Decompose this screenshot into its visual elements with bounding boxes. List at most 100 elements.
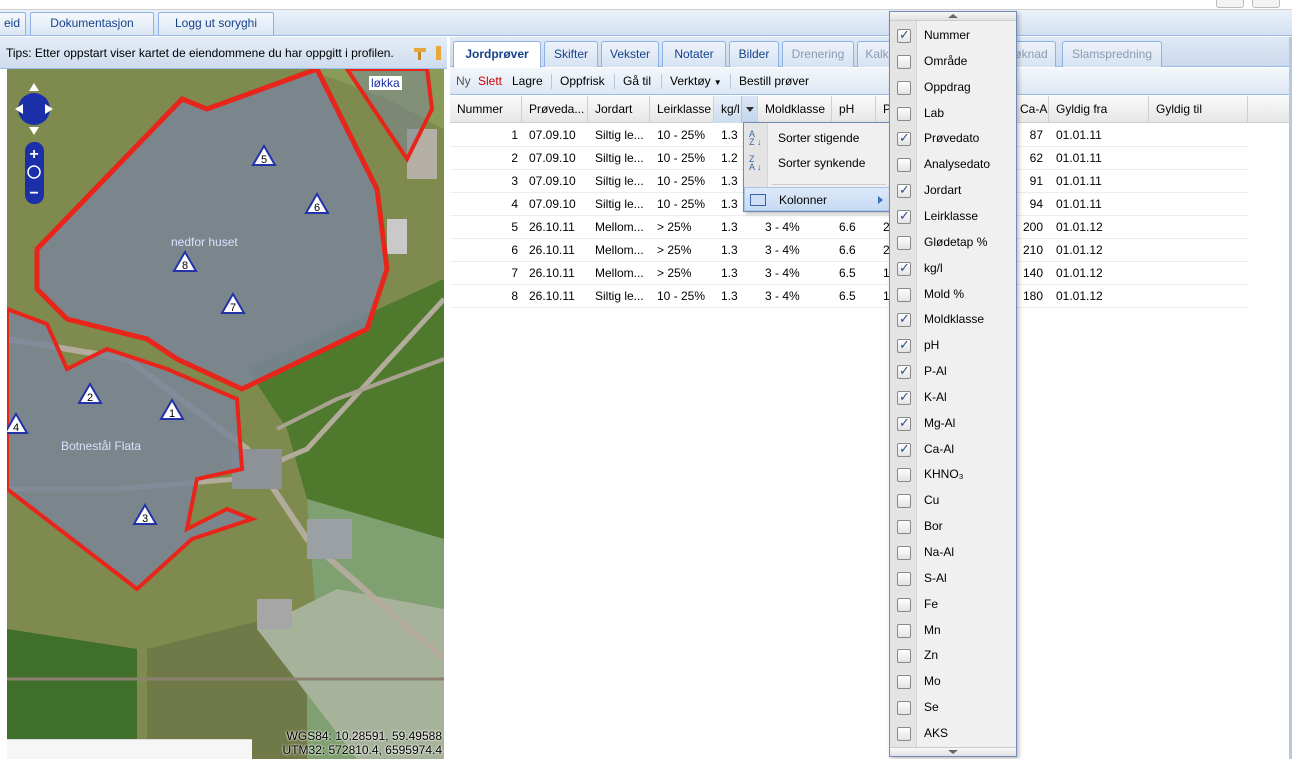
- column-header[interactable]: Gyldig til: [1149, 96, 1248, 123]
- column-toggle-item[interactable]: Fe: [890, 592, 1016, 617]
- checkbox[interactable]: [897, 546, 911, 560]
- checkbox[interactable]: [897, 80, 911, 95]
- top-tab-logout[interactable]: Logg ut soryghi: [158, 12, 274, 35]
- checkbox[interactable]: [897, 494, 911, 509]
- tab-jordprover[interactable]: Jordprøver: [453, 41, 541, 68]
- checkbox[interactable]: [897, 468, 911, 483]
- checkbox[interactable]: [897, 364, 911, 380]
- column-toggle-item[interactable]: Bor: [890, 514, 1016, 539]
- column-toggle-item[interactable]: pH: [890, 333, 1016, 358]
- pin-icon[interactable]: [412, 46, 428, 60]
- column-toggle-item[interactable]: Glødetap %: [890, 230, 1016, 255]
- goto-button[interactable]: Gå til: [623, 68, 651, 94]
- order-samples-button[interactable]: Bestill prøver: [739, 68, 809, 94]
- checkbox[interactable]: [897, 235, 911, 250]
- column-header[interactable]: Ca-Al: [1013, 96, 1049, 123]
- checkbox[interactable]: [897, 158, 911, 173]
- checkbox[interactable]: [897, 571, 911, 586]
- tab-skifter[interactable]: Skifter: [544, 41, 598, 67]
- save-button[interactable]: Lagre: [512, 68, 543, 94]
- sort-ascending-item[interactable]: AZ ↓ Sorter stigende: [744, 126, 890, 150]
- checkbox[interactable]: [897, 701, 911, 716]
- column-header[interactable]: Nummer: [450, 96, 522, 123]
- checkbox[interactable]: [897, 261, 911, 277]
- checkbox[interactable]: [897, 287, 911, 302]
- column-toggle-item[interactable]: Se: [890, 695, 1016, 720]
- column-header[interactable]: Jordart: [588, 96, 650, 123]
- column-toggle-item[interactable]: Jordart: [890, 178, 1016, 203]
- column-toggle-item[interactable]: KHNO₃: [890, 462, 1016, 487]
- checkbox[interactable]: [897, 338, 911, 354]
- column-header-active[interactable]: kg/l: [714, 96, 758, 123]
- column-toggle-item[interactable]: Moldklasse: [890, 307, 1016, 332]
- column-header[interactable]: Moldklasse: [758, 96, 832, 123]
- column-toggle-item[interactable]: Oppdrag: [890, 75, 1016, 100]
- checkbox[interactable]: [897, 649, 911, 664]
- scroll-up-button[interactable]: [890, 12, 1016, 21]
- checkbox[interactable]: [897, 416, 911, 432]
- checkbox[interactable]: [897, 106, 911, 121]
- column-toggle-item[interactable]: Cu: [890, 488, 1016, 513]
- scroll-down-button[interactable]: [890, 747, 1016, 756]
- window-button[interactable]: [1216, 0, 1244, 8]
- table-row[interactable]: 5 26.10.11 Mellom... > 25% 1.3 3 - 4% 6.6 2 200 0…: [450, 216, 1248, 239]
- checkbox[interactable]: [897, 442, 911, 458]
- column-header[interactable]: Gyldig fra: [1049, 96, 1149, 123]
- column-toggle-item[interactable]: Ca-Al: [890, 437, 1016, 462]
- map-view[interactable]: + − 1 2 3 4 5 6 7 8 nedfor huset Botnestål Flat…: [7, 69, 444, 759]
- checkbox[interactable]: [897, 623, 911, 638]
- top-tab-dokumentasjon[interactable]: Dokumentasjon: [30, 12, 154, 35]
- window-button[interactable]: [1252, 0, 1280, 8]
- column-toggle-item[interactable]: Mg-Al: [890, 411, 1016, 436]
- checkbox[interactable]: [897, 209, 911, 225]
- tab-notater[interactable]: Notater: [662, 41, 726, 67]
- column-toggle-item[interactable]: kg/l: [890, 256, 1016, 281]
- column-toggle-item[interactable]: Leirklasse: [890, 204, 1016, 229]
- column-toggle-item[interactable]: Zn: [890, 643, 1016, 668]
- checkbox[interactable]: [897, 675, 911, 690]
- column-toggle-item[interactable]: Mo: [890, 669, 1016, 694]
- checkbox[interactable]: [897, 131, 911, 147]
- delete-button[interactable]: Slett: [478, 68, 502, 94]
- column-toggle-item[interactable]: S-Al: [890, 566, 1016, 591]
- column-toggle-item[interactable]: K-Al: [890, 385, 1016, 410]
- column-toggle-item[interactable]: Analysedato: [890, 152, 1016, 177]
- column-toggle-item[interactable]: Mn: [890, 618, 1016, 643]
- column-toggle-item[interactable]: Mold %: [890, 282, 1016, 307]
- column-toggle-item[interactable]: Prøvedato: [890, 126, 1016, 151]
- checkbox[interactable]: [897, 597, 911, 612]
- column-toggle-item[interactable]: Område: [890, 49, 1016, 74]
- table-row[interactable]: 6 26.10.11 Mellom... > 25% 1.3 3 - 4% 6.6 2 210 0…: [450, 239, 1248, 262]
- checkbox[interactable]: [897, 520, 911, 535]
- pin-icon[interactable]: [434, 46, 444, 60]
- checkbox[interactable]: [897, 28, 911, 44]
- column-header[interactable]: Leirklasse: [650, 96, 714, 123]
- checkbox[interactable]: [897, 390, 911, 406]
- column-header[interactable]: P: [876, 96, 890, 123]
- tab-vekster[interactable]: Vekster: [601, 41, 659, 67]
- refresh-button[interactable]: Oppfrisk: [560, 68, 605, 94]
- tools-menu-button[interactable]: Verktøy ▼: [670, 68, 722, 94]
- top-tab-eid[interactable]: eid: [0, 12, 26, 35]
- checkbox[interactable]: [897, 54, 911, 69]
- tab-bilder[interactable]: Bilder: [729, 41, 779, 67]
- column-menu-trigger[interactable]: [741, 96, 757, 123]
- table-cell: 3 - 4%: [765, 289, 800, 303]
- columns-item[interactable]: Kolonner: [744, 187, 890, 211]
- table-row[interactable]: 7 26.10.11 Mellom... > 25% 1.3 3 - 4% 6.5 1 140 0…: [450, 262, 1248, 285]
- checkbox[interactable]: [897, 183, 911, 199]
- column-toggle-item[interactable]: Nummer: [890, 23, 1016, 48]
- column-toggle-item[interactable]: Lab: [890, 101, 1016, 126]
- table-row[interactable]: 8 26.10.11 Siltig le... 10 - 25% 1.3 3 - 4% 6.…: [450, 285, 1248, 308]
- column-header[interactable]: pH: [832, 96, 876, 123]
- checkbox[interactable]: [897, 726, 911, 741]
- map-canvas[interactable]: + − 1 2 3 4 5 6 7 8: [7, 69, 444, 759]
- checkbox[interactable]: [897, 312, 911, 328]
- column-toggle-item[interactable]: Na-Al: [890, 540, 1016, 565]
- sort-descending-item[interactable]: ZA ↓ Sorter synkende: [744, 151, 890, 175]
- column-header[interactable]: Prøveda...: [522, 96, 588, 123]
- column-toggle-item[interactable]: AKS: [890, 721, 1016, 746]
- zoom-control[interactable]: + −: [25, 142, 44, 204]
- new-button[interactable]: Ny: [456, 68, 471, 94]
- column-toggle-item[interactable]: P-Al: [890, 359, 1016, 384]
